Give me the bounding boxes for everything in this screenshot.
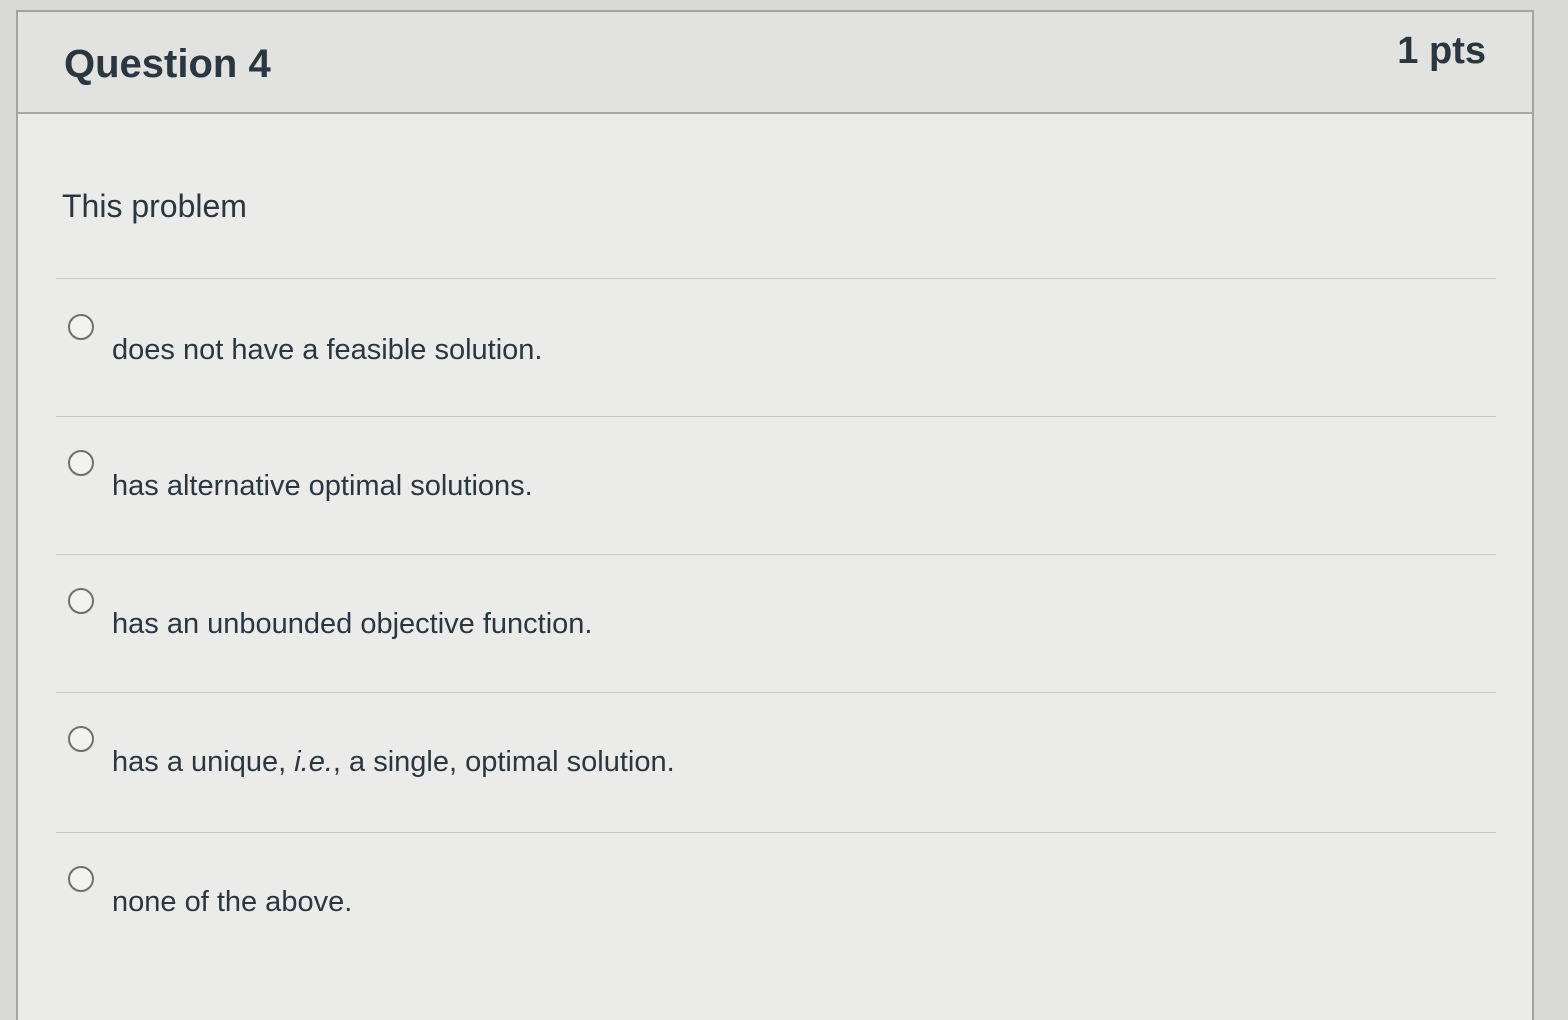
question-header: Question 4 1 pts	[18, 12, 1532, 114]
answer-label: has an unbounded objective function.	[112, 608, 593, 640]
divider	[56, 278, 1496, 279]
divider	[56, 554, 1496, 555]
question-card: Question 4 1 pts This problem does not h…	[16, 10, 1534, 1020]
radio-button[interactable]	[68, 450, 94, 476]
question-stem: This problem	[62, 188, 247, 224]
answer-label-part: , a single, optimal solution.	[332, 746, 675, 778]
divider	[56, 832, 1496, 833]
answer-option-2[interactable]: has alternative optimal solutions.	[58, 450, 1496, 550]
answer-label-italic: i.e.	[294, 746, 333, 778]
answer-option-1[interactable]: does not have a feasible solution.	[58, 314, 1496, 414]
radio-button[interactable]	[68, 866, 94, 892]
radio-button[interactable]	[68, 726, 94, 752]
answer-label-part: has a unique,	[112, 746, 295, 778]
divider	[56, 692, 1496, 693]
answer-option-5[interactable]: none of the above.	[58, 866, 1496, 966]
question-title: Question 4	[64, 42, 271, 86]
divider	[56, 416, 1496, 417]
answer-option-3[interactable]: has an unbounded objective function.	[58, 588, 1496, 688]
radio-button[interactable]	[68, 314, 94, 340]
answer-label: none of the above.	[112, 886, 353, 918]
answer-option-4[interactable]: has a unique, i.e., a single, optimal so…	[58, 726, 1496, 826]
radio-button[interactable]	[68, 588, 94, 614]
answer-label: has a unique, i.e., a single, optimal so…	[112, 746, 675, 779]
answer-label: does not have a feasible solution.	[112, 334, 543, 366]
answer-label: has alternative optimal solutions.	[112, 470, 533, 502]
question-points: 1 pts	[1397, 30, 1486, 72]
